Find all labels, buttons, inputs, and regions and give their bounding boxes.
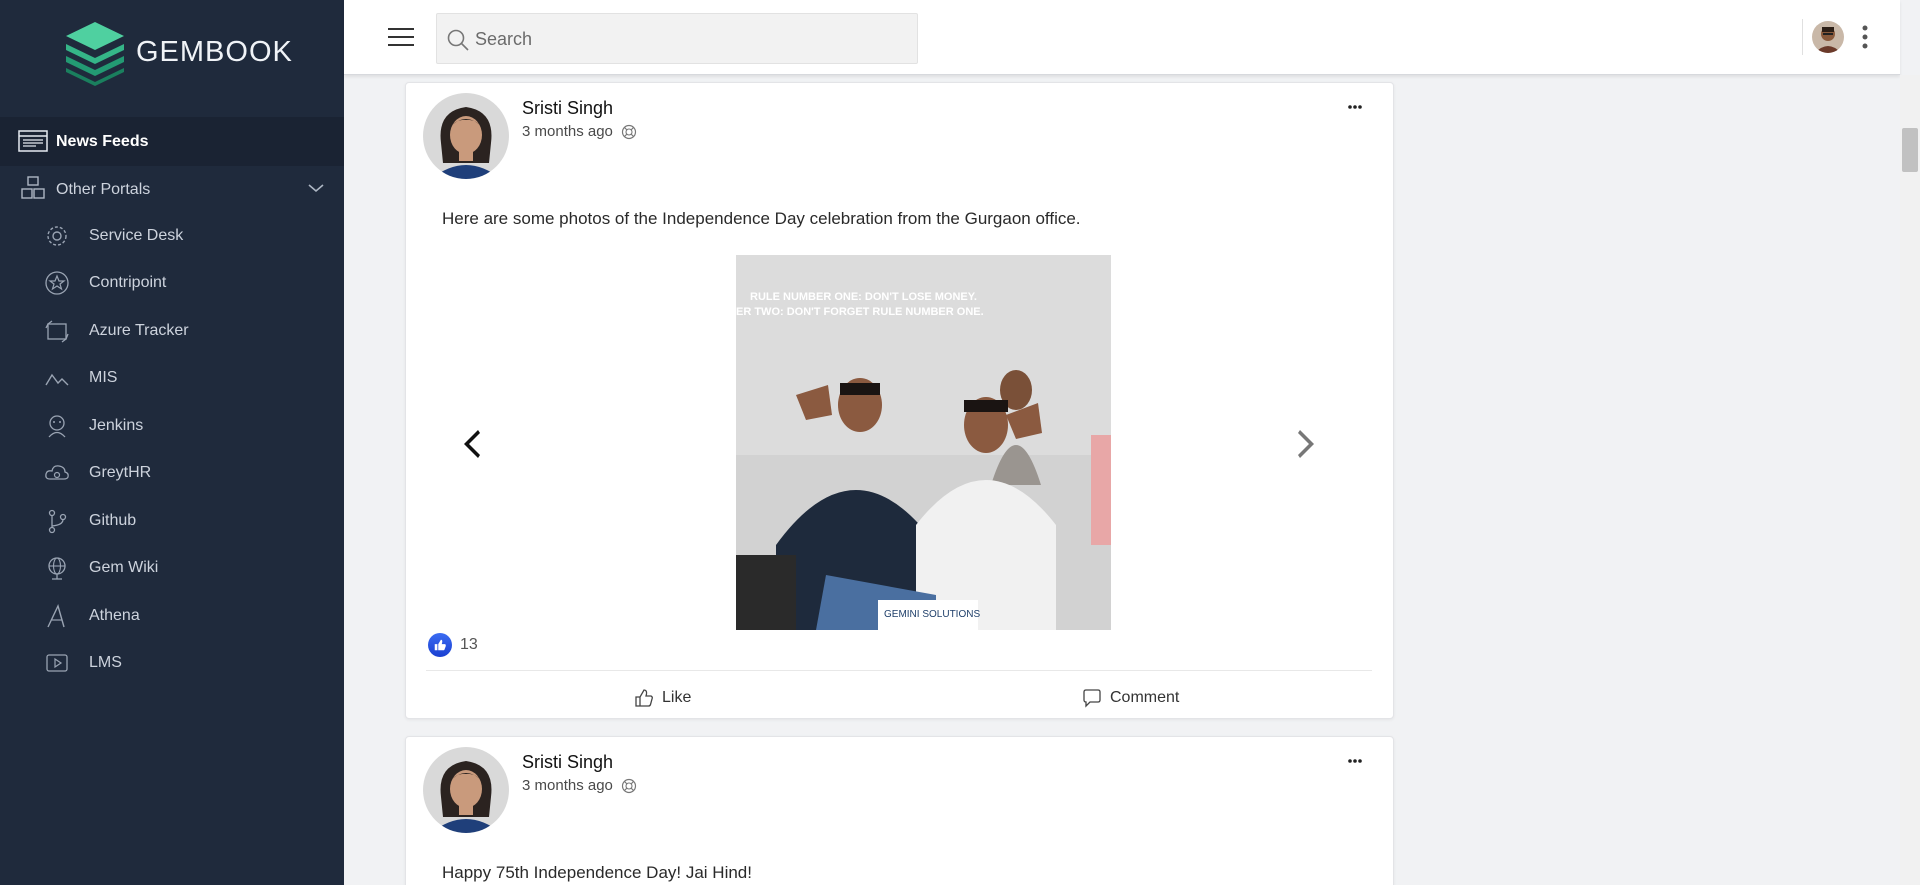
brand-logo[interactable]: GEMBOOK <box>60 18 293 86</box>
sidebar-item-news-feeds[interactable]: News Feeds <box>0 117 344 166</box>
sidebar-item-label: Github <box>89 512 137 529</box>
photo-image: RULE NUMBER ONE: DON'T LOSE MONEY. ER TW… <box>736 255 1111 630</box>
chart-icon <box>45 373 69 386</box>
reaction-summary[interactable]: 13 <box>428 633 478 657</box>
author-avatar-image <box>423 747 509 833</box>
author-avatar-image <box>423 93 509 179</box>
sidebar-item-label: Gem Wiki <box>89 559 159 576</box>
globe-icon <box>48 557 66 580</box>
sidebar-item-greythr[interactable]: GreytHR <box>0 452 344 492</box>
post-text: Happy 75th Independence Day! Jai Hind! <box>442 863 752 882</box>
gear-icon <box>47 226 67 246</box>
jenkins-icon <box>48 415 66 438</box>
audience-icon <box>621 778 637 793</box>
feed-post: Sristi Singh 3 months ago Here are some … <box>405 82 1394 719</box>
menu-icon[interactable] <box>388 26 414 48</box>
like-label: Like <box>662 689 692 706</box>
tracker-icon <box>45 320 69 343</box>
photo-wall-text-2: ER TWO: DON'T FORGET RULE NUMBER ONE. <box>736 306 984 318</box>
chevron-down-icon[interactable] <box>306 178 326 198</box>
author-name[interactable]: Sristi Singh <box>522 98 613 119</box>
sidebar-item-gem-wiki[interactable]: Gem Wiki <box>0 547 344 587</box>
sidebar-item-label: Athena <box>89 607 140 624</box>
post-divider <box>426 670 1372 671</box>
avatar-image <box>1812 21 1844 53</box>
search-box[interactable] <box>436 13 918 64</box>
sidebar-item-contripoint[interactable]: Contripoint <box>0 262 344 302</box>
author-name[interactable]: Sristi Singh <box>522 752 613 773</box>
sidebar-item-azure-tracker[interactable]: Azure Tracker <box>0 310 344 350</box>
page-scrollbar[interactable] <box>1900 75 1920 885</box>
sidebar-item-service-desk[interactable]: Service Desk <box>0 215 344 255</box>
brand-name: GEMBOOK <box>136 35 293 68</box>
post-timestamp: 3 months ago <box>522 777 613 794</box>
post-options-icon[interactable] <box>1347 103 1363 111</box>
sidebar-item-label: GreytHR <box>89 464 152 481</box>
post-photo[interactable]: RULE NUMBER ONE: DON'T LOSE MONEY. ER TW… <box>736 255 1111 630</box>
author-avatar[interactable] <box>423 93 509 179</box>
top-header <box>344 0 1900 75</box>
comment-label: Comment <box>1110 689 1180 706</box>
sidebar-item-github[interactable]: Github <box>0 500 344 540</box>
star-icon <box>45 271 69 295</box>
photo-wall-text-1: RULE NUMBER ONE: DON'T LOSE MONEY. <box>750 291 977 303</box>
sidebar-item-label: Jenkins <box>89 417 144 434</box>
author-avatar[interactable] <box>423 747 509 833</box>
sidebar-item-label: Contripoint <box>89 274 167 291</box>
branch-icon <box>48 509 67 534</box>
thumbs-up-icon <box>434 639 446 651</box>
comment-button[interactable]: Comment <box>1082 683 1179 713</box>
sidebar-item-athena[interactable]: Athena <box>0 595 344 635</box>
thumbs-up-outline-icon <box>635 689 653 707</box>
carousel-prev-icon[interactable] <box>458 427 486 461</box>
search-input[interactable] <box>475 26 895 52</box>
scrollbar-thumb[interactable] <box>1902 128 1918 172</box>
sidebar-item-label: Service Desk <box>89 227 184 244</box>
carousel-next-icon[interactable] <box>1292 427 1320 461</box>
header-divider <box>1802 19 1803 55</box>
audience-icon <box>621 124 637 139</box>
gembook-logo-icon <box>66 22 124 86</box>
athena-icon <box>47 604 65 628</box>
feed-post: Sristi Singh 3 months ago Happy 75th Ind… <box>405 736 1394 885</box>
like-button[interactable]: Like <box>634 683 691 713</box>
more-vertical-icon[interactable] <box>1860 24 1870 50</box>
post-options-icon[interactable] <box>1347 757 1363 765</box>
sidebar-item-label: Azure Tracker <box>89 322 189 339</box>
post-text: Here are some photos of the Independence… <box>442 209 1081 228</box>
sidebar-item-lms[interactable]: LMS <box>0 642 344 682</box>
sidebar-group-label: Other Portals <box>56 181 151 198</box>
like-count: 13 <box>460 636 478 653</box>
post-time: 3 months ago <box>522 123 637 140</box>
news-feed-icon <box>18 130 48 152</box>
portals-icon <box>21 176 45 199</box>
video-icon <box>46 654 68 672</box>
sidebar-item-label: LMS <box>89 654 122 671</box>
sidebar-item-mis[interactable]: MIS <box>0 357 344 397</box>
sidebar: GEMBOOK News Feeds Other Portals Service… <box>0 0 344 885</box>
user-avatar[interactable] <box>1812 21 1844 53</box>
post-time: 3 months ago <box>522 777 637 794</box>
post-timestamp: 3 months ago <box>522 123 613 140</box>
cloud-icon <box>45 465 69 480</box>
sidebar-item-label: News Feeds <box>56 132 149 150</box>
search-icon <box>447 29 469 51</box>
sidebar-item-label: MIS <box>89 369 118 386</box>
photo-logo-text: GEMINI SOLUTIONS <box>884 609 980 620</box>
sidebar-group-other-portals[interactable]: Other Portals <box>0 170 344 210</box>
comment-icon <box>1083 689 1101 708</box>
sidebar-item-jenkins[interactable]: Jenkins <box>0 405 344 445</box>
like-reaction-icon <box>428 633 452 657</box>
